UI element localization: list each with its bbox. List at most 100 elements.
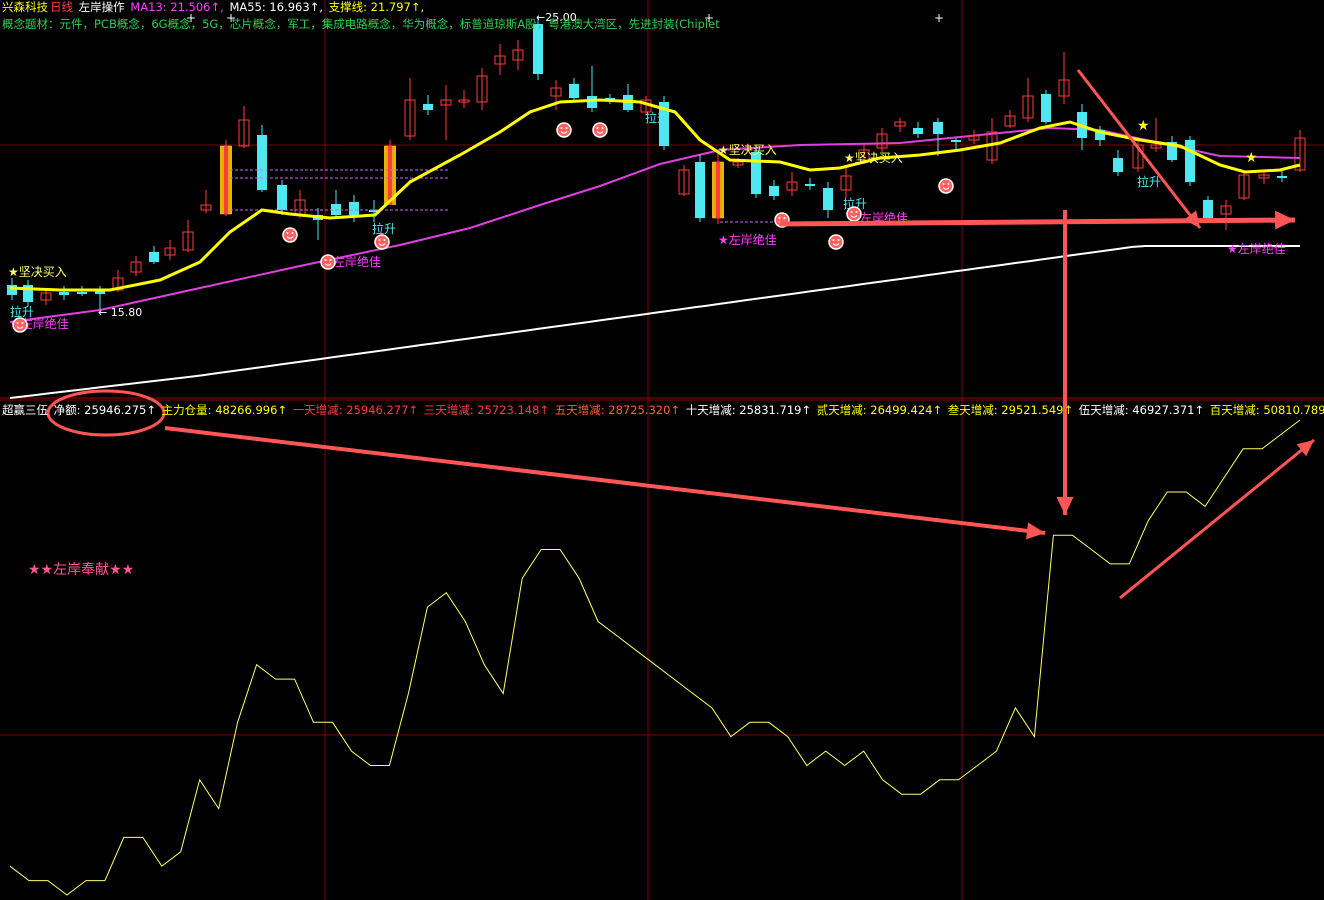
candle-down [257, 135, 267, 190]
ma13-line-group [9, 98, 1301, 292]
smiley-face [320, 254, 336, 270]
star-icon: ★ [1245, 150, 1258, 166]
smiley-icon [556, 122, 572, 138]
smiley-eye [832, 239, 835, 241]
indicator-line-group: ★★左岸奉献★★ [9, 419, 1301, 896]
candle-down [695, 162, 705, 218]
smiley-eye [16, 322, 19, 324]
candle-down [933, 122, 943, 134]
candle-down [913, 128, 923, 134]
ma13-line [9, 98, 1301, 292]
smiley-face [12, 317, 28, 333]
candle-down [7, 285, 17, 295]
smiley-eye [837, 239, 840, 241]
arrow-to-price [1076, 69, 1202, 229]
candle-down [769, 186, 779, 196]
pull-up-label: 拉升 [645, 110, 669, 125]
candle-down [77, 292, 87, 294]
smiley-eye [783, 217, 786, 219]
buy-signal-label: ★坚决买入 [844, 151, 903, 165]
smiley-face [282, 227, 298, 243]
signal-bar-core [716, 162, 720, 218]
smiley-face [556, 122, 572, 138]
smiley-face [374, 234, 390, 250]
smiley-eye [378, 239, 381, 241]
d30-value: 叁天增减: 29521.549↑ [947, 403, 1074, 417]
d5-value: 五天增减: 28725.320↑ [554, 403, 681, 417]
arrow-horizontal-head [1275, 210, 1295, 230]
candle-down [1185, 140, 1195, 182]
smiley-face [592, 122, 608, 138]
candle-down [349, 202, 359, 215]
signal-markers-group: ★坚决买入★坚决买入★坚决买入★★拉升拉升拉升拉升拉升★左岸绝佳左岸绝佳★左岸绝… [8, 11, 1286, 333]
signal-bar-core [388, 146, 392, 205]
concept-tags: 概念题材：元件，PCB概念，6G概念，5G，芯片概念，军工，集成电路概念，华为概… [2, 17, 720, 31]
d50-value: 伍天增减: 46927.371↑ [1078, 403, 1205, 417]
buy-signal-label: ★坚决买入 [8, 265, 67, 279]
net-amount-line [9, 419, 1301, 896]
smiley-eye [942, 183, 945, 185]
smiley-eye [21, 322, 24, 324]
smiley-eye [329, 259, 332, 261]
buy-signal-label: ★坚决买入 [718, 143, 777, 157]
candle-down [1041, 94, 1051, 122]
smiley-icon [320, 254, 336, 270]
smiley-icon [374, 234, 390, 250]
annotation-arrows-group [46, 69, 1315, 600]
smiley-eye [850, 211, 853, 213]
d20-value: 贰天增减: 26499.424↑ [816, 403, 943, 417]
d3-value: 三天增减: 25723.148↑ [423, 403, 550, 417]
candle-down [277, 185, 287, 210]
candle-down [533, 24, 543, 74]
indicator-name: 左岸操作 [78, 0, 125, 14]
left-bank-label: 左岸绝佳 [333, 254, 381, 269]
pull-up-label: 拉升 [372, 221, 396, 236]
ma55-line-group [9, 126, 1301, 323]
candle-down [423, 104, 433, 110]
smiley-face [938, 178, 954, 194]
candle-down [569, 84, 579, 98]
smiley-eye [947, 183, 950, 185]
smiley-eye [291, 232, 294, 234]
candle-down [149, 252, 159, 262]
smiley-eye [778, 217, 781, 219]
stock-name[interactable]: 兴森科技 [2, 0, 48, 14]
period-label[interactable]: 日线 [50, 0, 73, 14]
smiley-icon [282, 227, 298, 243]
indicator-header: 超赢三伍 净额: 25946.275↑ 主力仓量: 48266.996↑ 一天增… [2, 403, 1324, 417]
arrow-down-to-jump-head [1056, 496, 1074, 515]
smiley-eye [565, 127, 568, 129]
candle-down [1203, 200, 1213, 218]
pull-up-label: 拉升 [1137, 174, 1161, 189]
smiley-icon [828, 234, 844, 250]
arrow-net-to-jump [164, 426, 1046, 535]
ma55-value: MA55: 16.963↑, [229, 0, 323, 14]
smiley-icon [592, 122, 608, 138]
cross-marker: + [934, 11, 944, 25]
left-bank-label: ★左岸绝佳 [1227, 241, 1286, 256]
indicator-title: 超赢三伍 [2, 403, 48, 417]
candle-down [1113, 158, 1123, 172]
ma13-value: MA13: 21.506↑, [130, 0, 224, 14]
d10-value: 十天增减: 25831.719↑ [685, 403, 812, 417]
candle-down [59, 292, 69, 295]
smiley-icon [938, 178, 954, 194]
smiley-icon [846, 206, 862, 222]
support-value: 支撑线: 21.797↑, [328, 0, 425, 14]
d1-value: 一天增减: 25946.277↑ [292, 403, 419, 417]
support-line [9, 245, 1300, 399]
star-icon: ★ [1137, 118, 1150, 134]
smiley-eye [601, 127, 604, 129]
candlesticks-group [7, 16, 1306, 310]
candle-down [951, 140, 961, 142]
left-bank-label: ★左岸绝佳 [718, 232, 777, 247]
smiley-eye [286, 232, 289, 234]
candle-down [823, 188, 833, 210]
support-line-group [9, 245, 1300, 399]
d100-value: 百天增减: 50810.789 [1209, 403, 1324, 417]
low-price-label: ← 15.80 [98, 306, 142, 319]
contribution-label: ★★左岸奉献★★ [28, 562, 134, 578]
smiley-face [846, 206, 862, 222]
signal-bar-core [224, 146, 228, 214]
candle-down [751, 152, 761, 194]
